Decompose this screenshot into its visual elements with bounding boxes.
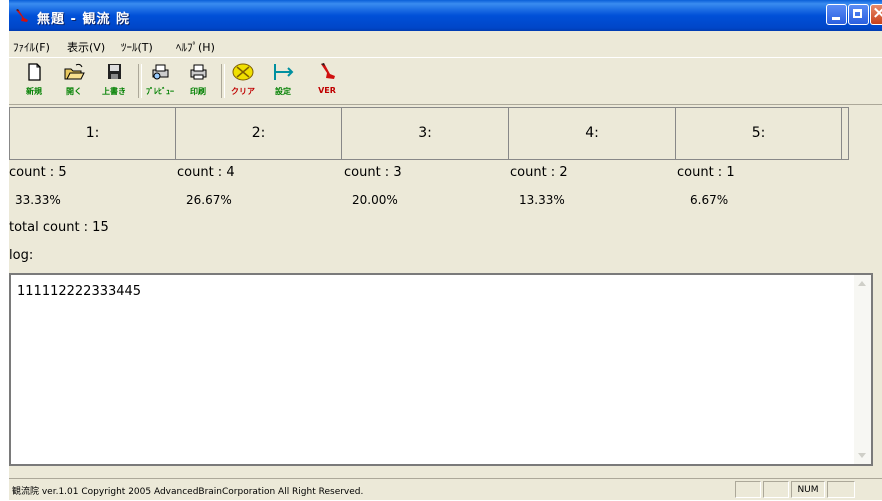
log-label: log: <box>9 248 34 263</box>
column-4-header[interactable]: 4: <box>509 108 676 159</box>
new-button[interactable]: 新規 <box>16 62 52 100</box>
minimize-button[interactable] <box>826 4 847 25</box>
title-bar[interactable]: 無題 - 観流 院 <box>9 0 882 31</box>
column-4-percent: 13.33% <box>519 193 565 207</box>
menu-help[interactable]: ﾍﾙﾌﾟ(H) <box>176 39 215 55</box>
clear-button[interactable]: クリア <box>225 62 261 100</box>
preview-label: ﾌﾟﾚﾋﾞｭｰ <box>146 87 174 96</box>
menu-tools[interactable]: ﾂｰﾙ(T) <box>121 39 153 55</box>
column-1-percent: 33.33% <box>15 193 61 207</box>
app-logo-icon <box>16 9 28 22</box>
menu-view[interactable]: 表示(V) <box>67 39 105 55</box>
column-1-count: count : 5 <box>9 165 67 180</box>
window-title: 無題 - 観流 院 <box>37 12 130 27</box>
column-4-count: count : 2 <box>510 165 568 180</box>
print-button[interactable]: 印刷 <box>180 62 216 100</box>
open-label: 開く <box>66 87 82 96</box>
status-pane <box>827 481 855 498</box>
app-window: 無題 - 観流 院 ﾌｧｲﾙ(F) 表示(V) ﾂｰﾙ(T) ﾍﾙﾌﾟ(H) 新… <box>9 0 882 500</box>
column-2-percent: 26.67% <box>186 193 232 207</box>
column-5-count: count : 1 <box>677 165 735 180</box>
column-5-percent: 6.67% <box>690 193 729 207</box>
column-2-count: count : 4 <box>177 165 235 180</box>
status-pane <box>763 481 789 498</box>
close-button[interactable] <box>870 3 882 25</box>
column-5-header[interactable]: 5: <box>676 108 842 159</box>
scroll-down-icon[interactable] <box>858 453 866 458</box>
version-label: VER <box>318 86 336 95</box>
save-button[interactable]: 上書き <box>96 62 132 100</box>
maximize-button[interactable] <box>848 4 869 25</box>
new-document-icon <box>28 63 41 81</box>
print-icon <box>190 64 207 80</box>
column-3-count: count : 3 <box>344 165 402 180</box>
save-icon <box>108 64 121 79</box>
column-3-header[interactable]: 3: <box>342 108 509 159</box>
menu-file[interactable]: ﾌｧｲﾙ(F) <box>13 39 50 55</box>
version-button[interactable]: VER <box>309 62 345 100</box>
log-text: 111112222333445 <box>17 284 142 299</box>
column-1-header[interactable]: 1: <box>10 108 176 159</box>
open-button[interactable]: 開く <box>56 62 92 100</box>
total-count: total count : 15 <box>9 220 109 235</box>
open-folder-icon <box>64 63 85 80</box>
menu-bar: ﾌｧｲﾙ(F) 表示(V) ﾂｰﾙ(T) ﾍﾙﾌﾟ(H) <box>9 33 882 57</box>
status-text: 観流院 ver.1.01 Copyright 2005 AdvancedBrai… <box>12 487 364 497</box>
toolbar: 新規 開く 上書き ﾌﾟﾚﾋﾞｭｰ 印刷 クリア 設定 VER <box>9 57 882 105</box>
version-icon <box>321 63 335 79</box>
num-lock-indicator: NUM <box>791 481 825 498</box>
status-pane <box>735 481 761 498</box>
preview-button[interactable]: ﾌﾟﾚﾋﾞｭｰ <box>142 62 178 100</box>
column-panel: 1: 2: 3: 4: 5: <box>9 107 849 160</box>
log-scrollbar[interactable] <box>854 275 871 464</box>
settings-icon <box>274 64 294 80</box>
save-label: 上書き <box>102 87 126 96</box>
clear-label: クリア <box>231 87 255 96</box>
clear-icon <box>232 63 254 81</box>
column-3-percent: 20.00% <box>352 193 398 207</box>
settings-button[interactable]: 設定 <box>265 62 301 100</box>
print-preview-icon <box>152 64 169 80</box>
status-bar: 観流院 ver.1.01 Copyright 2005 AdvancedBrai… <box>9 478 882 501</box>
log-textarea[interactable]: 111112222333445 <box>9 273 873 466</box>
column-2-header[interactable]: 2: <box>176 108 342 159</box>
new-label: 新規 <box>26 87 42 96</box>
scroll-up-icon[interactable] <box>858 281 866 286</box>
settings-label: 設定 <box>275 87 291 96</box>
print-label: 印刷 <box>190 87 206 96</box>
